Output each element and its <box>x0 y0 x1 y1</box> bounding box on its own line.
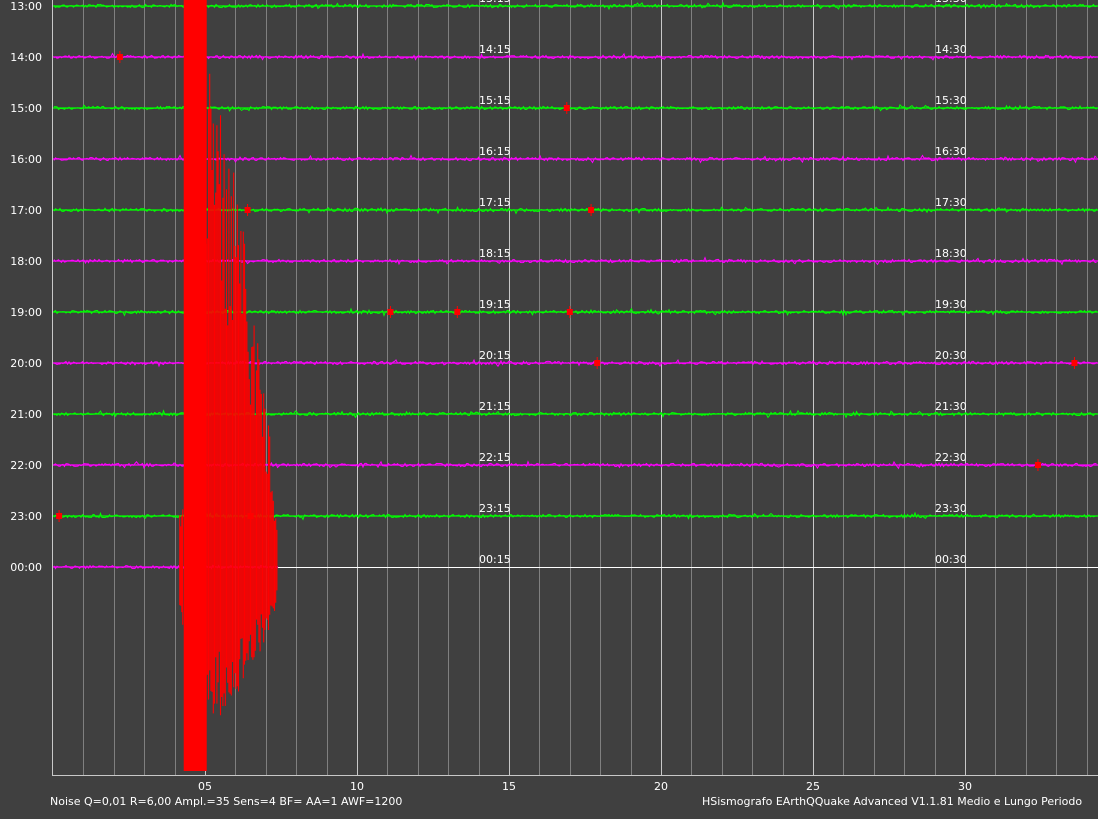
row-right-label: 22:30 <box>935 451 967 464</box>
row-time-label: 15:00 <box>10 102 42 115</box>
row-mid-label: 16:15 <box>479 145 511 158</box>
row-time-label: 16:00 <box>10 153 42 166</box>
row-time-label: 17:00 <box>10 204 42 217</box>
row-time-label: 13:00 <box>10 0 42 13</box>
row-time-label: 21:00 <box>10 408 42 421</box>
row-right-label: 19:30 <box>935 298 967 311</box>
earthquake-event <box>179 0 278 771</box>
status-software: HSismografo EArthQQuake Advanced V1.1.81… <box>702 795 1083 808</box>
row-mid-label: 14:15 <box>479 43 511 56</box>
row-mid-label: 18:15 <box>479 247 511 260</box>
row-time-label: 22:00 <box>10 459 42 472</box>
row-mid-label: 23:15 <box>479 502 511 515</box>
row-mid-label: 21:15 <box>479 400 511 413</box>
row-right-label: 17:30 <box>935 196 967 209</box>
row-right-label: 21:30 <box>935 400 967 413</box>
row-mid-label: 20:15 <box>479 349 511 362</box>
x-tick-label: 05 <box>198 780 212 793</box>
row-right-label: 00:30 <box>935 553 967 566</box>
row-labels: 13:00 13:15 13:30 14:00 14:15 14:30 15:00 15:15… <box>10 0 966 574</box>
status-params: Noise Q=0,01 R=6,00 Ampl.=35 Sens=4 BF= … <box>50 795 403 808</box>
row-right-label: 15:30 <box>935 94 967 107</box>
row-time-label: 18:00 <box>10 255 42 268</box>
row-mid-label: 13:15 <box>479 0 511 5</box>
row-time-label: 20:00 <box>10 357 42 370</box>
x-tick-label: 15 <box>502 780 516 793</box>
row-right-label: 16:30 <box>935 145 967 158</box>
row-right-label: 23:30 <box>935 502 967 515</box>
row-mid-label: 15:15 <box>479 94 511 107</box>
row-time-label: 00:00 <box>10 561 42 574</box>
row-mid-label: 22:15 <box>479 451 511 464</box>
row-time-label: 14:00 <box>10 51 42 64</box>
event-onset <box>179 509 184 625</box>
row-mid-label: 19:15 <box>479 298 511 311</box>
x-tick-label: 30 <box>958 780 972 793</box>
row-right-label: 20:30 <box>935 349 967 362</box>
row-right-label: 13:30 <box>935 0 967 5</box>
row-right-label: 14:30 <box>935 43 967 56</box>
event-coda <box>203 73 278 716</box>
row-right-label: 18:30 <box>935 247 967 260</box>
x-tick-label: 20 <box>654 780 668 793</box>
row-time-label: 19:00 <box>10 306 42 319</box>
row-time-label: 23:00 <box>10 510 42 523</box>
row-mid-label: 17:15 <box>479 196 511 209</box>
x-axis: 05 10 15 20 25 30 <box>198 780 972 793</box>
x-tick-label: 25 <box>806 780 820 793</box>
row-mid-label: 00:15 <box>479 553 511 566</box>
x-tick-label: 10 <box>350 780 364 793</box>
seismogram-chart: 13:00 13:15 13:30 14:00 14:15 14:30 15:00 15:15… <box>10 0 1098 793</box>
